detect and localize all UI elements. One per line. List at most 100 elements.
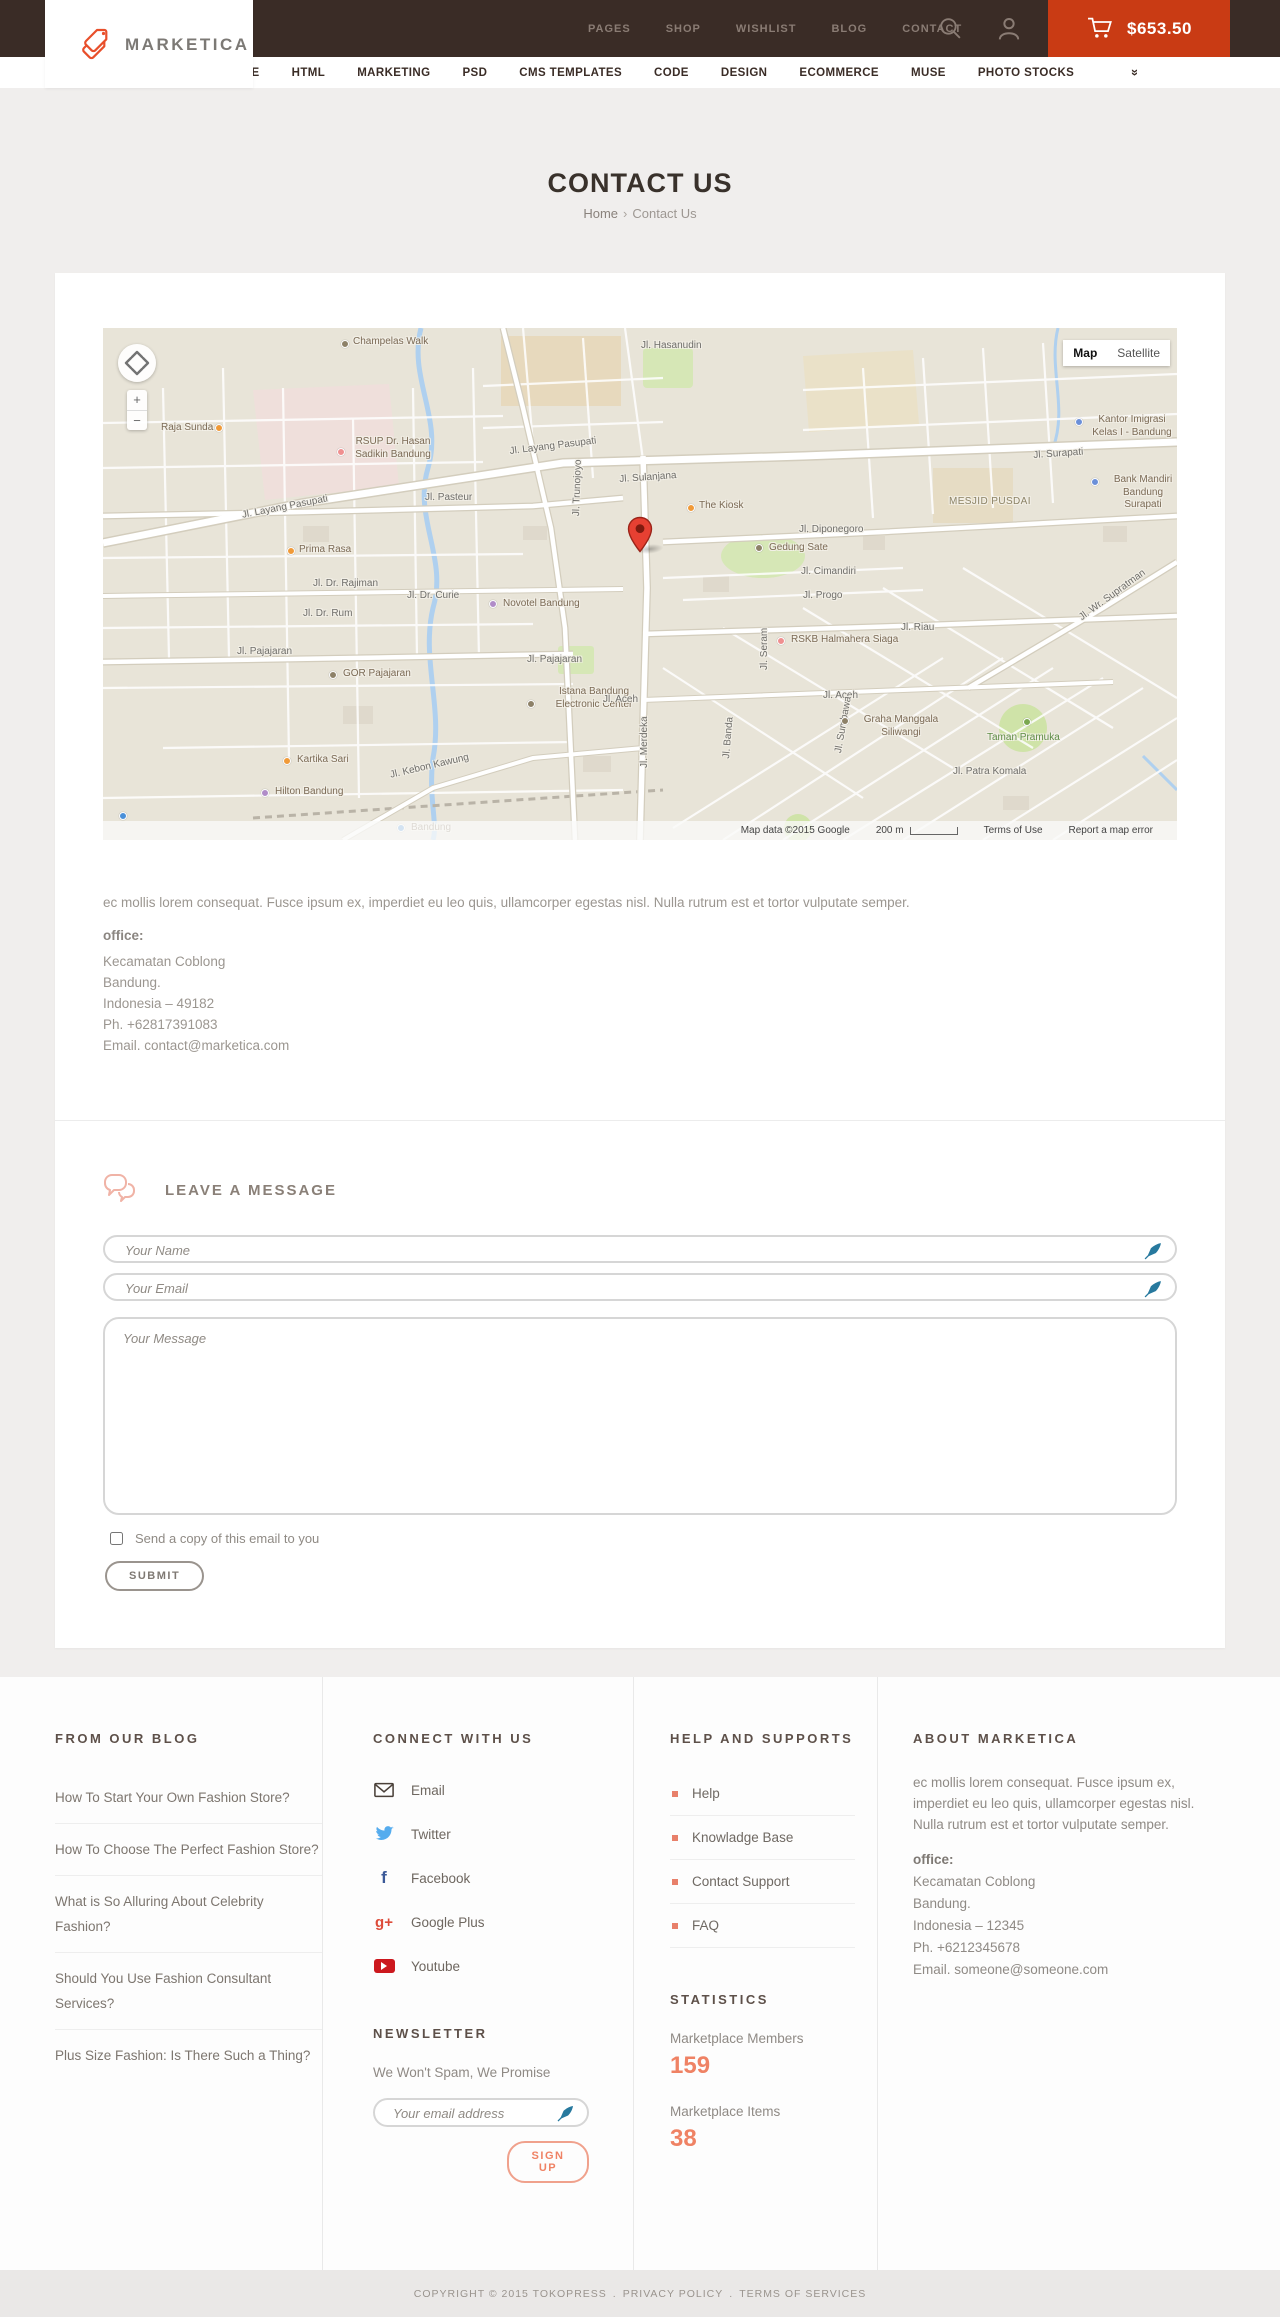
email-input[interactable] — [123, 1275, 1087, 1301]
about-office-label: office: — [913, 1852, 954, 1867]
twitter-icon — [373, 1826, 395, 1842]
map-poi-marker — [1075, 418, 1083, 426]
map-label: Jl. Riau — [901, 622, 935, 633]
map-poi-marker — [337, 448, 345, 456]
help-link[interactable]: Knowladge Base — [670, 1816, 855, 1860]
blog-post-link[interactable]: How To Start Your Own Fashion Store? — [55, 1772, 322, 1824]
send-copy-checkbox[interactable] — [110, 1532, 123, 1545]
email-field-wrap — [103, 1273, 1177, 1301]
blog-post-link[interactable]: Should You Use Fashion Consultant Servic… — [55, 1953, 322, 2030]
catnav-marketing[interactable]: MARKETING — [357, 67, 430, 79]
map-zoom-control[interactable]: + − — [127, 390, 147, 430]
blog-post-link[interactable]: Plus Size Fashion: Is There Such a Thing… — [55, 2030, 322, 2081]
blog-post-link[interactable]: What is So Alluring About Celebrity Fash… — [55, 1876, 322, 1953]
terms-link[interactable]: TERMS OF SERVICES — [739, 2288, 866, 2300]
submit-button[interactable]: SUBMIT — [105, 1561, 205, 1591]
map-poi-marker — [287, 547, 295, 555]
zoom-out-button[interactable]: − — [127, 411, 147, 431]
social-link-email[interactable]: Email — [373, 1768, 589, 1812]
cart-button[interactable]: $653.50 — [1048, 0, 1230, 57]
map-poi-marker — [215, 424, 223, 432]
square-bullet-icon — [672, 1922, 678, 1929]
blog-post-link[interactable]: How To Choose The Perfect Fashion Store? — [55, 1824, 322, 1876]
map-report-error-link[interactable]: Report a map error — [1069, 825, 1153, 836]
map-poi-marker — [119, 812, 127, 820]
map-poi-marker — [341, 340, 349, 348]
map-label: Jl. Sulanjana — [619, 470, 677, 485]
name-field-wrap — [103, 1235, 1177, 1263]
copyright-separator: . — [729, 2287, 734, 2300]
signup-button[interactable]: SIGN UP — [507, 2141, 589, 2183]
map-type-map-button[interactable]: Map — [1063, 340, 1108, 366]
square-bullet-icon — [672, 1790, 678, 1797]
user-icon[interactable] — [996, 15, 1022, 47]
zoom-in-button[interactable]: + — [127, 390, 147, 411]
social-link-google-plus[interactable]: g+ Google Plus — [373, 1900, 589, 1944]
office-line: Indonesia – 49182 — [103, 996, 215, 1011]
logo[interactable]: MARKETICA — [45, 0, 253, 88]
help-link[interactable]: Contact Support — [670, 1860, 855, 1904]
about-office-line: Kecamatan Coblong — [913, 1874, 1036, 1889]
help-link[interactable]: FAQ — [670, 1904, 855, 1948]
social-link-twitter[interactable]: Twitter — [373, 1812, 589, 1856]
social-link-youtube[interactable]: Youtube — [373, 1944, 589, 1988]
map-label: Jl. Layang Pasupati — [241, 493, 329, 521]
map-poi-marker — [1091, 478, 1099, 486]
social-label: Youtube — [411, 1958, 461, 1974]
map-label: GOR Pajajaran — [343, 668, 411, 679]
chevron-down-icon[interactable]: « — [1126, 69, 1141, 76]
breadcrumb-home[interactable]: Home — [583, 206, 618, 221]
contact-intro-text: ec mollis lorem consequat. Fusce ipsum e… — [103, 895, 910, 910]
header-nav-wishlist[interactable]: WISHLIST — [736, 23, 797, 35]
map-label: Kartika Sari — [297, 754, 349, 765]
newsletter-email-input[interactable] — [391, 2101, 555, 2126]
map-poi-marker — [1023, 718, 1031, 726]
footer-help-column: HELP AND SUPPORTS Help Knowladge Base Co… — [633, 1677, 877, 2270]
message-textarea[interactable] — [105, 1319, 1175, 1513]
header-nav-blog[interactable]: BLOG — [831, 23, 867, 35]
office-line: Bandung. — [103, 975, 161, 990]
map-label: Jl. Wr. Supratman — [1077, 567, 1148, 623]
map-terms-link[interactable]: Terms of Use — [984, 825, 1043, 836]
map-label: Jl. Kebon Kawung — [389, 751, 471, 781]
catnav-cms-templates[interactable]: CMS TEMPLATES — [519, 67, 622, 79]
stat-value: 159 — [670, 2052, 711, 2079]
header-nav-pages[interactable]: PAGES — [588, 23, 631, 35]
leave-message-title: LEAVE A MESSAGE — [165, 1182, 337, 1199]
message-field-wrap — [103, 1317, 1177, 1515]
header-nav-shop[interactable]: SHOP — [666, 23, 701, 35]
map-pin[interactable] — [627, 516, 653, 559]
map-pan-control[interactable] — [118, 344, 156, 382]
catnav-muse[interactable]: MUSE — [911, 67, 946, 79]
map-label: The Kiosk — [699, 500, 744, 511]
map-scale-bar — [909, 826, 958, 835]
map-poi-marker — [841, 717, 849, 725]
cart-total: $653.50 — [1127, 18, 1192, 38]
help-link-label: FAQ — [692, 1918, 720, 1933]
social-links: Email Twitter f Facebook g+ Google Plus … — [373, 1768, 589, 1988]
catnav-ecommerce[interactable]: ECOMMERCE — [799, 67, 879, 79]
catnav-design[interactable]: DESIGN — [721, 67, 768, 79]
map-type-satellite-button[interactable]: Satellite — [1107, 340, 1170, 366]
office-label: office: — [103, 928, 144, 943]
help-link[interactable]: Help — [670, 1772, 855, 1816]
catnav-code[interactable]: CODE — [654, 67, 689, 79]
name-input[interactable] — [123, 1237, 1087, 1263]
social-link-facebook[interactable]: f Facebook — [373, 1856, 589, 1900]
stat-label: Marketplace Members — [670, 2031, 804, 2046]
office-address: Kecamatan Coblong Bandung. Indonesia – 4… — [103, 951, 289, 1056]
about-office: office: Kecamatan Coblong Bandung. Indon… — [913, 1849, 1215, 1981]
leave-message-header: LEAVE A MESSAGE — [103, 1173, 337, 1208]
search-icon[interactable] — [938, 16, 963, 46]
catnav-html[interactable]: HTML — [292, 67, 326, 79]
catnav-photo-stocks[interactable]: PHOTO STOCKS — [978, 67, 1074, 79]
catnav-psd[interactable]: PSD — [462, 67, 487, 79]
footer: FROM OUR BLOG How To Start Your Own Fash… — [0, 1677, 1280, 2270]
google-map[interactable]: Champelas Walk Jl. Hasanudin Raja Sunda RSU… — [103, 328, 1177, 840]
youtube-icon — [373, 1959, 395, 1973]
map-attribution: Map data ©2015 Google 200 m Terms of Use… — [103, 821, 1177, 840]
privacy-policy-link[interactable]: PRIVACY POLICY — [623, 2288, 724, 2300]
blog-post-list: How To Start Your Own Fashion Store? How… — [55, 1772, 322, 2081]
map-type-control: Map Satellite — [1063, 340, 1170, 366]
map-label: Bank Mandiri Bandung Surapati — [1113, 474, 1173, 510]
